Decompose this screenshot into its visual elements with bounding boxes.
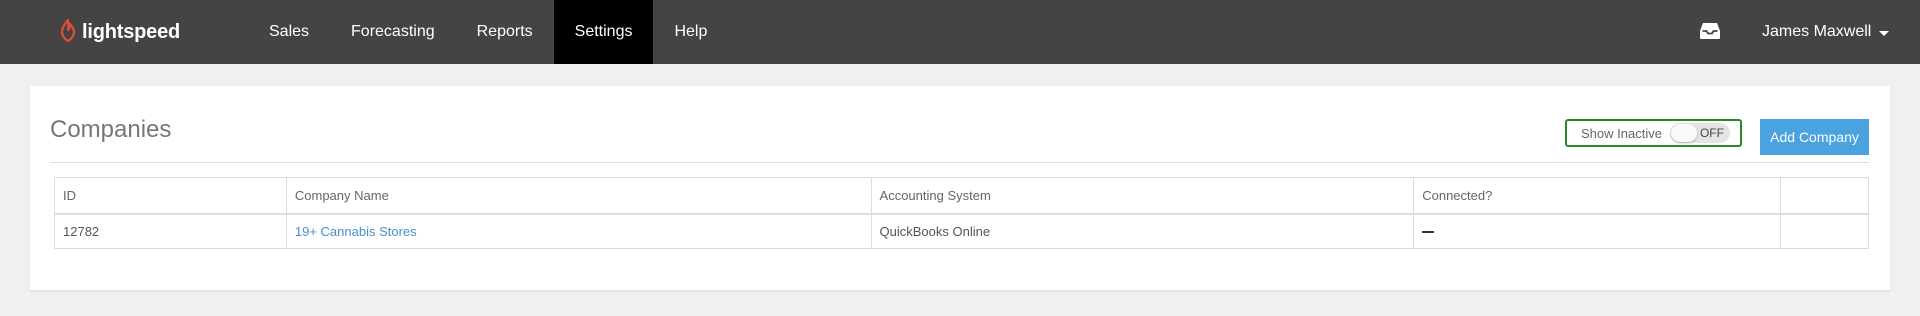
cell-accounting-system: QuickBooks Online — [870, 213, 1415, 249]
cell-id: 12782 — [54, 213, 287, 249]
inbox-tray-icon[interactable] — [1698, 21, 1722, 41]
nav-item-reports[interactable]: Reports — [456, 0, 554, 64]
brand-name: lightspeed — [82, 20, 181, 43]
column-header-company-name[interactable]: Company Name — [285, 177, 872, 215]
column-header-accounting-system[interactable]: Accounting System — [870, 177, 1415, 215]
header-divider — [50, 162, 1869, 163]
table-row: 12782 19+ Cannabis Stores QuickBooks Onl… — [54, 213, 1869, 249]
toggle-knob — [1670, 124, 1697, 142]
cell-connected — [1413, 213, 1782, 249]
nav-item-settings[interactable]: Settings — [553, 0, 654, 64]
column-header-actions — [1780, 177, 1869, 215]
cell-company-name: 19+ Cannabis Stores — [285, 213, 872, 249]
cell-actions — [1780, 213, 1869, 249]
table-header-row: ID Company Name Accounting System Connec… — [54, 177, 1869, 215]
caret-down-icon — [1879, 30, 1890, 36]
flame-icon — [60, 19, 76, 43]
companies-panel: Companies Show Inactive OFF Add Company … — [30, 86, 1890, 290]
not-connected-dash-icon — [1422, 231, 1435, 234]
main-nav: Sales Forecasting Reports Settings Help — [248, 0, 728, 64]
nav-item-forecasting[interactable]: Forecasting — [330, 0, 456, 64]
page-title: Companies — [50, 116, 172, 143]
user-menu[interactable]: James Maxwell — [1762, 0, 1890, 64]
company-name-link[interactable]: 19+ Cannabis Stores — [295, 224, 417, 239]
top-navigation-bar: lightspeed Sales Forecasting Reports Set… — [0, 0, 1920, 64]
show-inactive-control: Show Inactive OFF — [1565, 119, 1742, 147]
toggle-state-text: OFF — [1699, 126, 1724, 140]
user-name: James Maxwell — [1762, 23, 1872, 40]
lightspeed-logo[interactable]: lightspeed — [58, 18, 180, 46]
companies-table: ID Company Name Accounting System Connec… — [54, 177, 1869, 249]
column-header-connected[interactable]: Connected? — [1413, 177, 1782, 215]
column-header-id[interactable]: ID — [54, 177, 287, 215]
nav-item-help[interactable]: Help — [653, 0, 728, 64]
show-inactive-toggle[interactable]: OFF — [1669, 123, 1730, 143]
add-company-button[interactable]: Add Company — [1760, 119, 1869, 155]
nav-item-sales[interactable]: Sales — [248, 0, 330, 64]
show-inactive-label: Show Inactive — [1581, 125, 1662, 141]
